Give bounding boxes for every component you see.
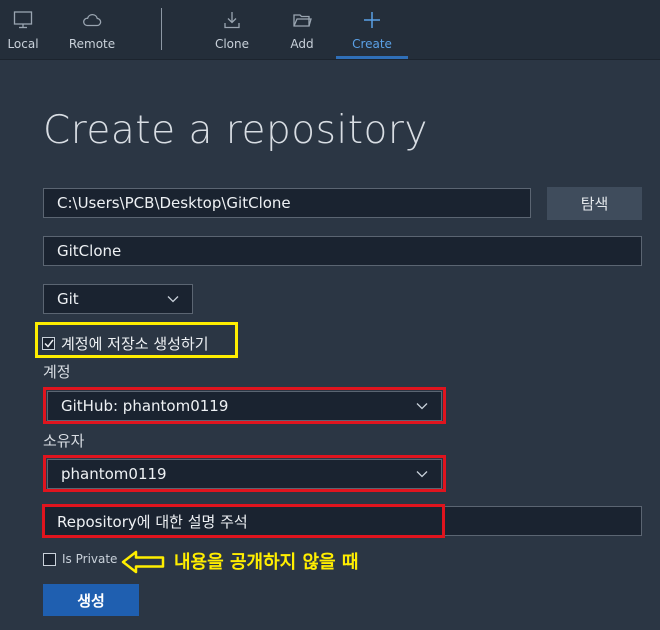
- toolbar-separator: [161, 8, 162, 50]
- path-input[interactable]: C:\Users\PCB\Desktop\GitClone: [43, 188, 531, 218]
- highlight-box-red-account: [43, 387, 446, 424]
- folder-icon: [293, 14, 312, 27]
- annotation-text: 내용을 공개하지 않을 때: [174, 552, 359, 573]
- toolbar-create-label: Create: [352, 37, 392, 51]
- account-label: 계정: [43, 363, 71, 381]
- plus-icon: [364, 12, 380, 28]
- toolbar-create[interactable]: Create: [348, 0, 396, 58]
- active-tab-indicator: [336, 56, 408, 59]
- toolbar-clone-label: Clone: [214, 37, 250, 51]
- is-private-checkbox[interactable]: Is Private: [43, 552, 117, 566]
- monitor-icon: [13, 11, 33, 29]
- chevron-down-icon: [167, 296, 179, 303]
- toolbar-clone[interactable]: Clone: [212, 0, 252, 58]
- toolbar-add[interactable]: Add: [285, 0, 319, 58]
- toolbar-remote[interactable]: Remote: [68, 0, 116, 58]
- toolbar: Local Remote Clone Add Create: [0, 0, 660, 60]
- checkbox-box-unchecked[interactable]: [43, 552, 56, 566]
- toolbar-local-label: Local: [7, 37, 39, 51]
- browse-button[interactable]: 탐색: [547, 187, 642, 220]
- highlight-box-yellow: [35, 322, 238, 358]
- highlight-box-red-description: [42, 504, 445, 538]
- page-title: Create a repository: [43, 108, 428, 153]
- toolbar-local[interactable]: Local: [6, 0, 40, 58]
- annotation-arrow-icon: [121, 550, 165, 574]
- highlight-box-red-owner: [43, 455, 446, 492]
- is-private-label: Is Private: [62, 552, 118, 566]
- toolbar-add-label: Add: [290, 37, 314, 51]
- vcs-select-value: Git: [57, 290, 79, 308]
- vcs-select[interactable]: Git: [43, 284, 193, 314]
- toolbar-remote-label: Remote: [68, 37, 116, 51]
- repository-name-input[interactable]: GitClone: [43, 236, 642, 266]
- owner-label: 소유자: [43, 432, 85, 450]
- cloud-icon: [83, 13, 102, 27]
- create-button[interactable]: 생성: [43, 584, 139, 616]
- download-icon: [224, 12, 240, 29]
